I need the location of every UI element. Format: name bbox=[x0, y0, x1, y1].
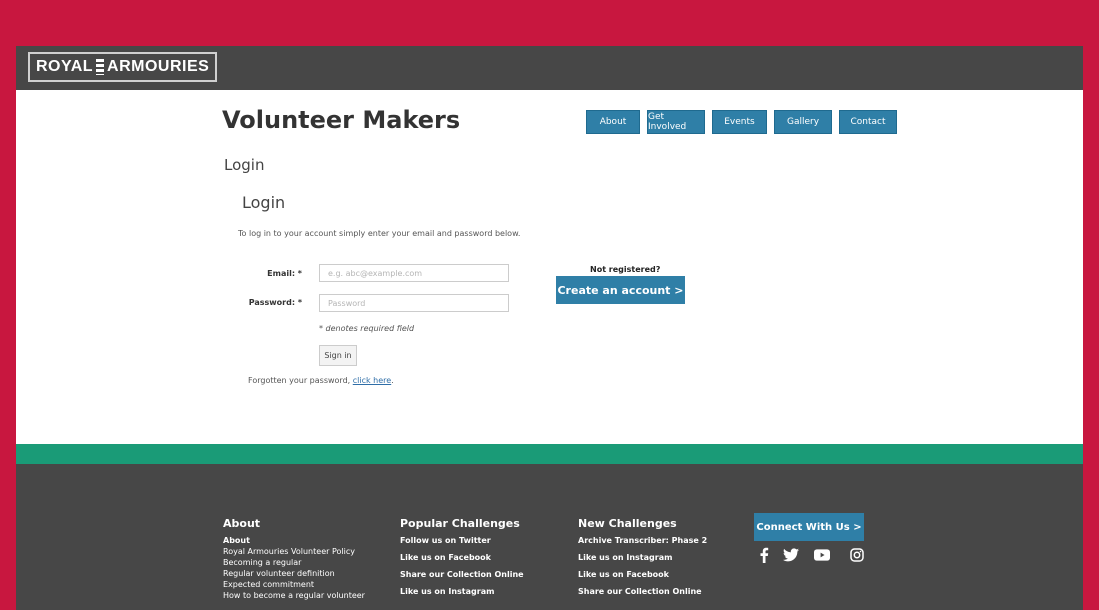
outer-frame-left bbox=[0, 0, 16, 610]
outer-frame-top bbox=[0, 0, 1099, 46]
footer-new-link[interactable]: Like us on Facebook bbox=[578, 569, 707, 580]
footer-about-link[interactable]: Regular volunteer definition bbox=[223, 568, 365, 579]
footer-about-title: About bbox=[223, 517, 261, 530]
logo-text-left: ROYAL bbox=[36, 58, 94, 75]
nav-events[interactable]: Events bbox=[712, 110, 767, 134]
site-title: Volunteer Makers bbox=[222, 106, 461, 134]
main-content: Volunteer Makers About Get Involved Even… bbox=[16, 90, 1083, 444]
main-nav: About Get Involved Events Gallery Contac… bbox=[586, 110, 897, 134]
footer-new-link[interactable]: Archive Transcriber: Phase 2 bbox=[578, 535, 707, 546]
youtube-icon[interactable] bbox=[814, 547, 830, 563]
footer-about-link[interactable]: Royal Armouries Volunteer Policy bbox=[223, 546, 365, 557]
forgot-password-prefix: Forgotten your password, bbox=[248, 376, 353, 385]
outer-frame-right bbox=[1083, 0, 1099, 610]
nav-contact[interactable]: Contact bbox=[839, 110, 897, 134]
footer-popular-link[interactable]: Like us on Instagram bbox=[400, 586, 524, 597]
password-field[interactable] bbox=[319, 294, 509, 312]
footer: About About Royal Armouries Volunteer Po… bbox=[16, 464, 1083, 610]
footer-about-link[interactable]: Expected commitment bbox=[223, 579, 365, 590]
footer-accent-band bbox=[16, 444, 1083, 464]
login-intro-text: To log in to your account simply enter y… bbox=[238, 229, 521, 238]
page-heading: Login bbox=[224, 156, 265, 174]
connect-with-us-button[interactable]: Connect With Us > bbox=[754, 513, 864, 541]
footer-popular-link[interactable]: Follow us on Twitter bbox=[400, 535, 524, 546]
nav-gallery[interactable]: Gallery bbox=[774, 110, 832, 134]
footer-new-column: New Challenges Archive Transcriber: Phas… bbox=[578, 517, 707, 603]
footer-popular-column: Popular Challenges Follow us on Twitter … bbox=[400, 517, 524, 603]
nav-get-involved[interactable]: Get Involved bbox=[647, 110, 705, 134]
facebook-icon[interactable] bbox=[756, 547, 772, 563]
required-field-note: * denotes required field bbox=[319, 324, 415, 333]
create-account-button[interactable]: Create an account > bbox=[556, 276, 685, 304]
footer-new-link[interactable]: Share our Collection Online bbox=[578, 586, 707, 597]
nav-about[interactable]: About bbox=[586, 110, 640, 134]
email-label: Email: * bbox=[267, 269, 302, 278]
twitter-icon[interactable] bbox=[783, 547, 799, 563]
instagram-icon[interactable] bbox=[849, 547, 865, 563]
logo-separator-icon bbox=[96, 59, 105, 75]
footer-about-link[interactable]: About bbox=[223, 535, 365, 546]
password-label: Password: * bbox=[248, 298, 302, 307]
forgot-password-suffix: . bbox=[391, 376, 394, 385]
forgot-password-text: Forgotten your password, click here. bbox=[248, 376, 394, 385]
email-field[interactable] bbox=[319, 264, 509, 282]
footer-new-link[interactable]: Like us on Instagram bbox=[578, 552, 707, 563]
footer-new-title: New Challenges bbox=[578, 517, 677, 530]
footer-popular-link[interactable]: Like us on Facebook bbox=[400, 552, 524, 563]
footer-about-column: About About Royal Armouries Volunteer Po… bbox=[223, 517, 365, 601]
login-form-heading: Login bbox=[242, 193, 286, 212]
footer-popular-link[interactable]: Share our Collection Online bbox=[400, 569, 524, 580]
logo-text-right: ARMOURIES bbox=[107, 58, 210, 75]
footer-about-link[interactable]: Becoming a regular bbox=[223, 557, 365, 568]
forgot-password-link[interactable]: click here bbox=[353, 376, 391, 385]
footer-about-link[interactable]: How to become a regular volunteer bbox=[223, 590, 365, 601]
sign-in-button[interactable]: Sign in bbox=[319, 345, 357, 366]
header-bar: ROYAL ARMOURIES bbox=[16, 46, 1083, 90]
footer-popular-title: Popular Challenges bbox=[400, 517, 520, 530]
not-registered-prompt: Not registered? bbox=[590, 265, 661, 274]
royal-armouries-logo[interactable]: ROYAL ARMOURIES bbox=[28, 52, 218, 82]
